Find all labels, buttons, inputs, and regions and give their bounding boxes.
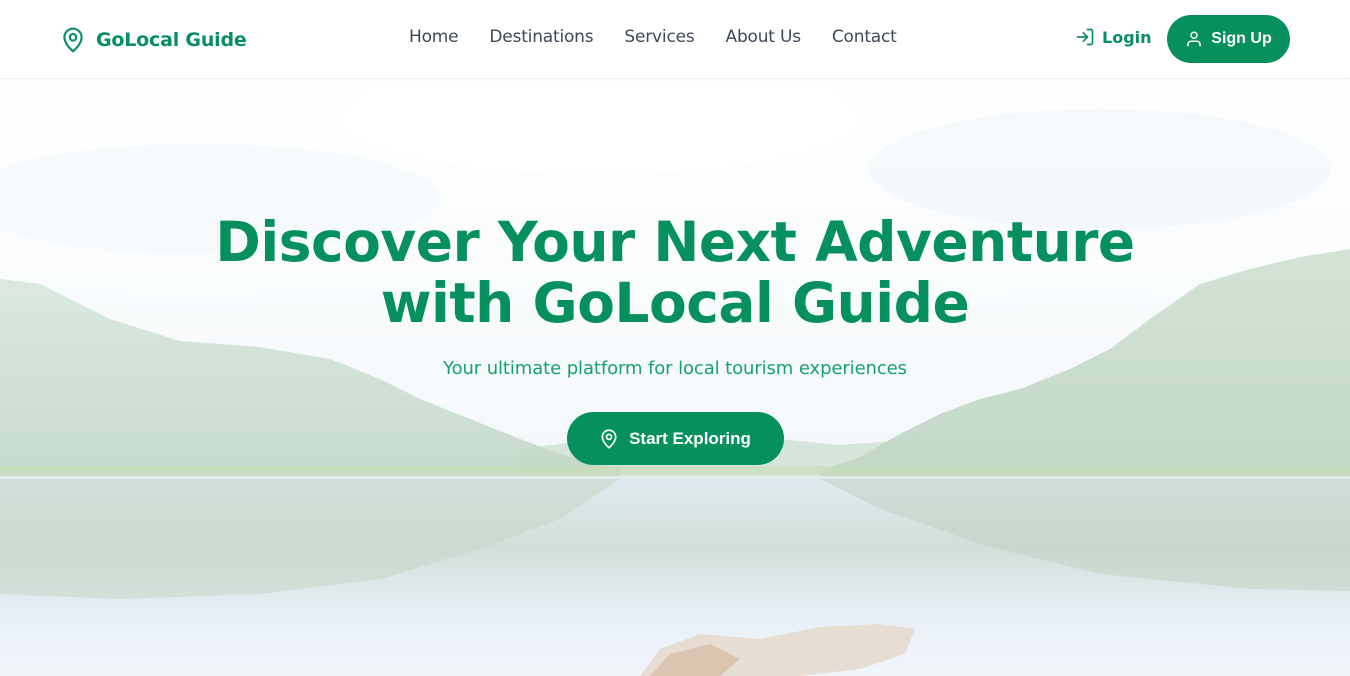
start-exploring-label: Start Exploring	[629, 428, 751, 448]
start-exploring-button[interactable]: Start Exploring	[566, 412, 784, 465]
navbar: GoLocal Guide Home Destinations Services…	[0, 0, 1350, 79]
brand-logo[interactable]: GoLocal Guide	[60, 24, 247, 56]
login-label: Login	[1102, 27, 1152, 47]
hero-title-line-2: with GoLocal Guide	[380, 271, 970, 335]
nav-link-about-us[interactable]: About Us	[726, 27, 802, 47]
nav-link-services[interactable]: Services	[624, 27, 694, 47]
login-link[interactable]: Login	[1075, 27, 1152, 47]
sign-up-label: Sign Up	[1211, 30, 1272, 47]
hero-subtitle: Your ultimate platform for local tourism…	[443, 358, 907, 379]
hero-section: Discover Your Next Adventure with GoLoca…	[0, 79, 1350, 676]
map-pin-icon	[63, 27, 83, 53]
map-pin-icon	[601, 428, 617, 449]
nav-link-destinations[interactable]: Destinations	[489, 27, 593, 47]
brand-name: GoLocal Guide	[96, 29, 247, 51]
log-in-icon	[1076, 28, 1094, 46]
main-nav: Home Destinations Services About Us Cont…	[409, 27, 897, 47]
hero-content: Discover Your Next Adventure with GoLoca…	[0, 212, 1350, 465]
user-icon	[1187, 31, 1202, 47]
nav-link-home[interactable]: Home	[409, 27, 459, 47]
nav-link-contact[interactable]: Contact	[832, 27, 897, 47]
sign-up-button[interactable]: Sign Up	[1167, 15, 1290, 63]
hero-title: Discover Your Next Adventure with GoLoca…	[0, 212, 1350, 334]
hero-title-line-1: Discover Your Next Adventure	[215, 210, 1135, 274]
